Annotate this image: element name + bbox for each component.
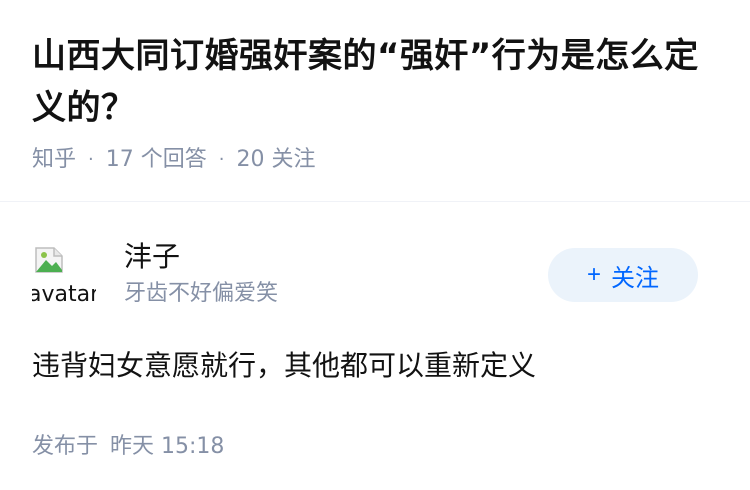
avatar-alt-text: avatar — [32, 282, 96, 306]
answers-count: 17 — [105, 147, 134, 172]
follows-count-link[interactable]: 20 关注 — [237, 142, 316, 178]
question-header: 山西大同订婚强奸案的“强奸”行为是怎么定义的？ 知乎 · 17 个回答 · 20… — [32, 30, 722, 178]
source-label[interactable]: 知乎 — [32, 142, 76, 178]
follows-label: 关注 — [271, 147, 316, 172]
meta-separator: · — [88, 149, 94, 170]
author-row: avatar 沣子 牙齿不好偏爱笑 + 关注 — [32, 236, 718, 312]
author-name[interactable]: 沣子 — [124, 237, 548, 277]
follow-button-label: 关注 — [611, 264, 659, 292]
follows-count: 20 — [236, 147, 265, 172]
author-bio: 牙齿不好偏爱笑 — [124, 281, 279, 306]
plus-icon: + — [586, 261, 601, 288]
answer-content[interactable]: 违背妇女意愿就行，其他都可以重新定义 — [32, 344, 718, 388]
question-meta: 知乎 · 17 个回答 · 20 关注 — [32, 142, 722, 178]
author-info: 沣子 牙齿不好偏爱笑 — [124, 237, 548, 311]
answers-label: 个回答 — [140, 147, 207, 172]
answer-publish-info: 发布于 昨天 15:18 — [32, 430, 718, 464]
published-time: 昨天 15:18 — [110, 434, 225, 459]
section-divider — [0, 201, 750, 202]
avatar[interactable]: avatar — [32, 242, 96, 306]
meta-separator: · — [218, 149, 225, 170]
answers-count-link[interactable]: 17 个回答 — [106, 142, 207, 178]
question-title[interactable]: 山西大同订婚强奸案的“强奸”行为是怎么定义的？ — [32, 30, 722, 134]
published-label: 发布于 — [32, 434, 99, 459]
broken-image-icon — [35, 247, 63, 273]
follow-button[interactable]: + 关注 — [548, 248, 698, 302]
answer-card: avatar 沣子 牙齿不好偏爱笑 + 关注 违背妇女意愿就行，其他都可以重新定… — [32, 236, 718, 464]
